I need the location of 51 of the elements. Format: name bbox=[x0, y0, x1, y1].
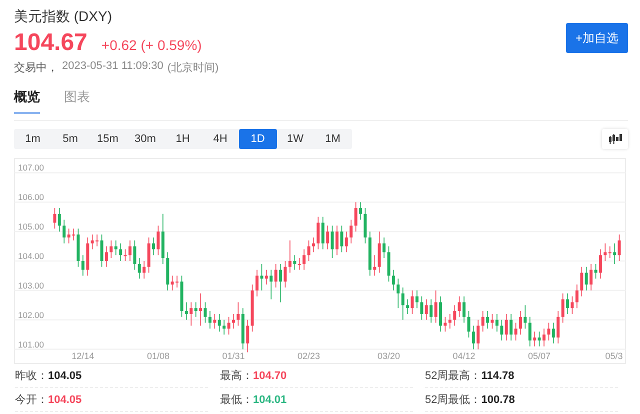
index-title: 美元指数 (DXY) bbox=[14, 7, 113, 26]
axis-label: 02/23 bbox=[298, 351, 320, 361]
candlestick bbox=[439, 296, 442, 332]
period-button[interactable]: 1D bbox=[239, 129, 276, 149]
period-button[interactable]: 15m bbox=[89, 129, 126, 149]
period-button[interactable]: 5m bbox=[52, 129, 89, 149]
period-button[interactable]: 1H bbox=[164, 129, 202, 149]
axis-label: 01/31 bbox=[222, 351, 245, 361]
period-button[interactable]: 1m bbox=[14, 129, 52, 149]
stat-label: 昨收： bbox=[15, 369, 48, 383]
axis-label: 03/20 bbox=[378, 351, 400, 361]
axis-label: 105.00 bbox=[18, 222, 44, 232]
stat-value: 104.70 bbox=[253, 370, 287, 382]
axis-label: 106.00 bbox=[18, 192, 44, 202]
stat-value: 100.78 bbox=[481, 394, 515, 406]
chart-type-button[interactable] bbox=[602, 129, 628, 149]
axis-label: 01/08 bbox=[146, 351, 170, 361]
stat-label: 52周最低： bbox=[425, 393, 482, 407]
stat-value: 104.05 bbox=[48, 370, 82, 382]
axis-label: 05/07 bbox=[528, 351, 551, 361]
stat-label: 52周最高： bbox=[425, 368, 482, 383]
period-button[interactable]: 1M bbox=[314, 129, 352, 149]
candlestick-icon bbox=[608, 134, 622, 144]
axis-label: 107.00 bbox=[18, 162, 44, 173]
axis-label: 04/12 bbox=[452, 351, 476, 361]
stat-label: 今开： bbox=[15, 393, 48, 407]
candlestick bbox=[232, 314, 235, 330]
axis-label: 104.00 bbox=[18, 251, 44, 261]
price: 104.67 bbox=[14, 30, 88, 56]
stat-value: 104.01 bbox=[253, 394, 287, 406]
candlestick bbox=[152, 237, 155, 256]
stat-label: 最低： bbox=[220, 393, 253, 407]
period-button[interactable]: 1W bbox=[276, 129, 314, 149]
stat-value: 114.78 bbox=[481, 370, 514, 382]
candlestick bbox=[519, 310, 522, 335]
trading-status: 交易中， bbox=[14, 60, 58, 75]
period-button[interactable]: 30m bbox=[126, 129, 164, 149]
timestamp: 2023-05-31 11:09:30 bbox=[62, 60, 164, 74]
timezone: (北京时间) bbox=[167, 60, 219, 75]
axis-label: 102.00 bbox=[18, 310, 44, 320]
axis-label: 05/3 bbox=[605, 351, 623, 361]
add-watchlist-button[interactable]: +加自选 bbox=[566, 23, 628, 53]
axis-label: 101.00 bbox=[18, 339, 44, 350]
tab[interactable]: 概览 bbox=[14, 88, 40, 114]
stat-value: 104.05 bbox=[48, 394, 82, 406]
price-change: +0.62 (+ 0.59%) bbox=[101, 37, 202, 53]
stat-label: 最高： bbox=[220, 368, 253, 383]
period-button[interactable]: 4H bbox=[202, 129, 239, 149]
axis-label: 103.00 bbox=[18, 280, 44, 290]
axis-label: 12/14 bbox=[72, 351, 94, 361]
candlestick bbox=[336, 225, 338, 256]
